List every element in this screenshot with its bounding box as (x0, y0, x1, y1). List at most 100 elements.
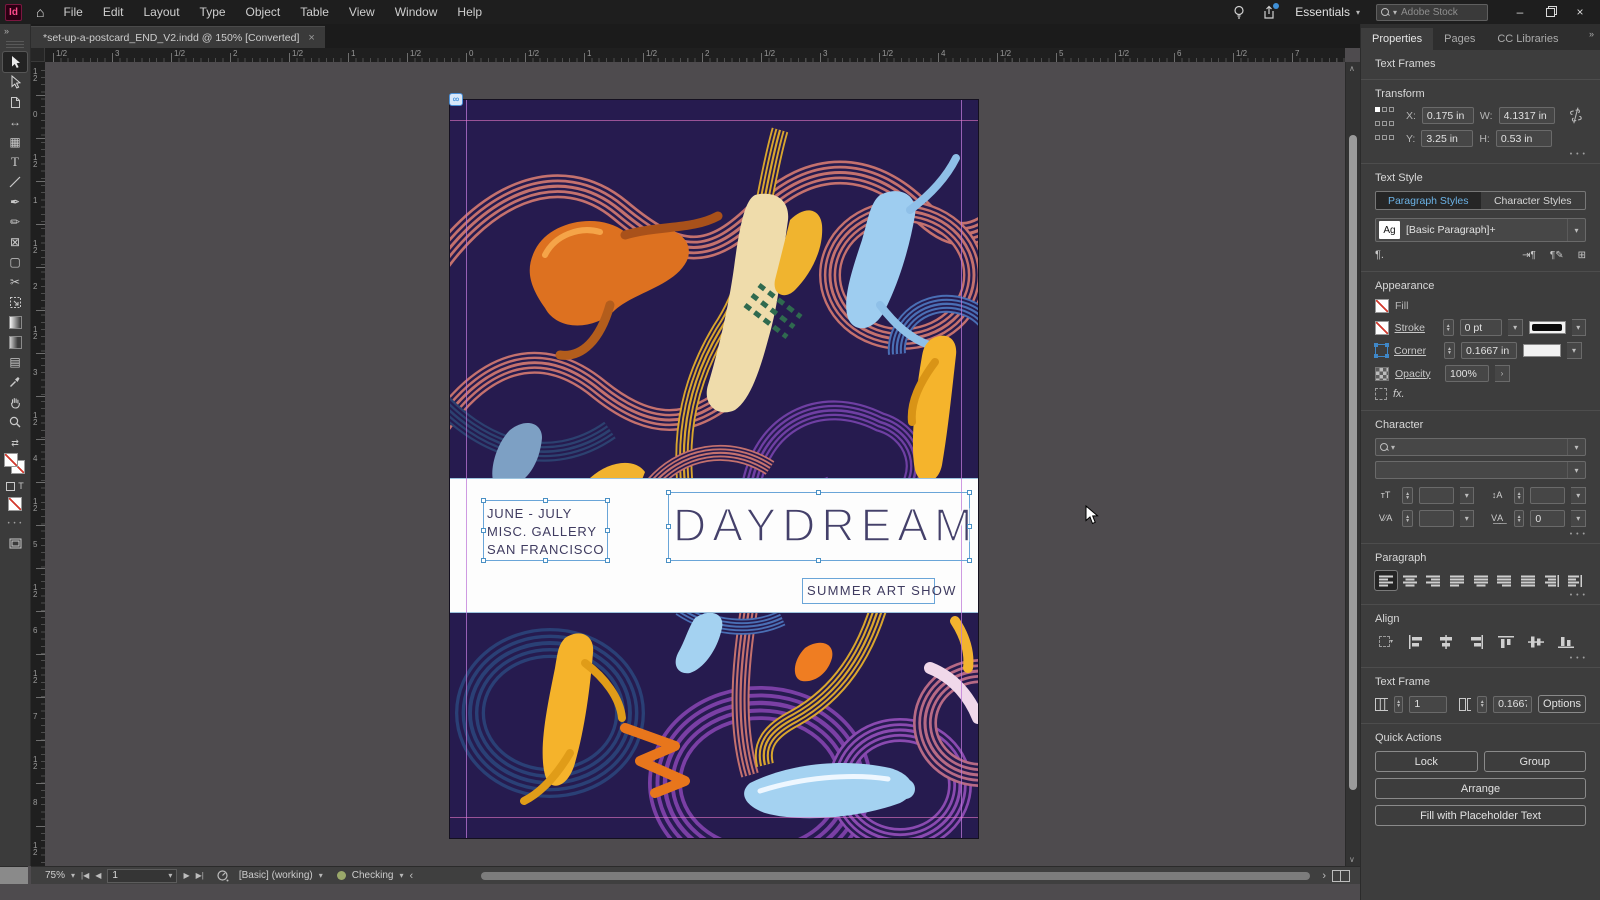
align-bottom-edges-button[interactable] (1555, 632, 1577, 651)
align-hcenter-button[interactable] (1435, 632, 1457, 651)
learn-lightbulb-icon[interactable] (1229, 3, 1249, 21)
apply-none-swatch[interactable] (8, 497, 22, 511)
note-tool[interactable]: ▤ (3, 352, 27, 372)
window-corner-grip[interactable] (0, 866, 28, 884)
stroke-style-swatch[interactable] (1528, 321, 1566, 334)
preflight-chevron-icon[interactable]: ▾ (399, 871, 403, 880)
vertical-scrollbar[interactable]: ∧ ∨ (1345, 62, 1360, 866)
align-right-edges-button[interactable] (1465, 632, 1487, 651)
justify-right-button[interactable] (1493, 571, 1515, 590)
menu-item[interactable]: Help (448, 2, 491, 22)
menu-item[interactable]: View (340, 2, 384, 22)
new-style-icon[interactable]: ⊞ (1578, 250, 1586, 261)
direct-selection-tool[interactable] (3, 72, 27, 92)
align-center-button[interactable] (1399, 571, 1421, 590)
scroll-right-icon[interactable]: › (1322, 870, 1326, 882)
y-field[interactable] (1421, 130, 1474, 147)
effects-fx-icon[interactable]: fx. (1393, 388, 1405, 400)
paragraph-mark-icon[interactable]: ¶. (1375, 249, 1384, 261)
fill-swatch-none[interactable] (4, 453, 18, 467)
lock-button[interactable]: Lock (1375, 751, 1478, 772)
scroll-down-icon[interactable]: ∨ (1349, 855, 1355, 864)
preflight-preset[interactable]: [Basic] (working) (239, 870, 313, 881)
text-frame-subtitle[interactable]: SUMMER ART SHOW (802, 578, 955, 604)
cc-library-link-icon[interactable]: ∞ (449, 93, 463, 106)
paragraph-style-dropdown[interactable]: Ag [Basic Paragraph]+ ▾ (1375, 218, 1586, 242)
horizontal-scrollbar[interactable] (421, 871, 1314, 881)
constrain-proportions-broken-link-icon[interactable] (1567, 106, 1591, 148)
paragraph-more-options[interactable]: • • • (1570, 592, 1586, 599)
stock-search[interactable]: ▾ (1376, 3, 1488, 21)
toolbar-overflow-dots[interactable]: • • • (8, 521, 23, 527)
menu-item[interactable]: Layout (135, 2, 189, 22)
stroke-stepper[interactable]: ▲ ▼ (1442, 319, 1454, 336)
menu-item[interactable]: Edit (94, 2, 133, 22)
align-top-edges-button[interactable] (1495, 632, 1517, 651)
opacity-link[interactable]: Opacity (1395, 368, 1439, 380)
fill-stroke-control[interactable] (4, 453, 26, 475)
zoom-chevron-icon[interactable]: ▾ (71, 871, 75, 880)
minimize-button[interactable]: – (1506, 2, 1534, 22)
columns-field[interactable] (1409, 695, 1447, 713)
document-tab[interactable]: *set-up-a-postcard_END_V2.indd @ 150% [C… (31, 26, 325, 48)
font-size-chevron[interactable]: ▾ (1459, 487, 1475, 504)
swap-fill-stroke-icon[interactable]: ⇄ (11, 438, 19, 449)
stroke-style-chevron[interactable]: ▾ (1571, 319, 1586, 336)
reference-point-proxy[interactable] (1375, 107, 1394, 147)
corner-stepper[interactable]: ▲ ▼ (1444, 342, 1455, 359)
fill-swatch[interactable] (1375, 299, 1389, 313)
stroke-swatch[interactable] (1375, 320, 1389, 335)
align-vcenter-button[interactable] (1525, 632, 1547, 651)
gutter-stepper[interactable]: ▲ ▼ (1477, 695, 1488, 713)
collapse-panel-icon[interactable]: » (1589, 29, 1594, 39)
opacity-field[interactable] (1445, 365, 1489, 382)
zoom-level[interactable]: 75% (45, 870, 65, 881)
edit-style-icon[interactable]: ¶✎ (1550, 250, 1564, 261)
font-family-chevron[interactable]: ▾ (1567, 439, 1585, 455)
scissors-tool[interactable]: ✂ (3, 272, 27, 292)
font-family-dropdown[interactable]: ▾ ▾ (1375, 438, 1586, 456)
font-size-stepper[interactable]: ▲ ▼ (1402, 487, 1413, 504)
rectangle-tool[interactable]: ▢ (3, 252, 27, 272)
tracking-field[interactable] (1530, 510, 1566, 527)
pen-tool[interactable]: ✒ (3, 192, 27, 212)
x-field[interactable] (1421, 107, 1474, 124)
vertical-scroll-thumb[interactable] (1349, 135, 1357, 790)
previous-page-button[interactable]: ◀ (95, 871, 101, 880)
tab-pages[interactable]: Pages (1433, 28, 1486, 50)
close-button[interactable]: × (1566, 2, 1594, 22)
stroke-weight-field[interactable] (1459, 319, 1503, 336)
corner-style-chevron[interactable]: ▾ (1567, 342, 1582, 359)
scroll-left-icon[interactable]: ‹ (409, 870, 413, 882)
tracking-chevron[interactable]: ▾ (1571, 510, 1586, 527)
hand-tool[interactable] (3, 392, 27, 412)
indesign-logo-icon[interactable]: Id (5, 3, 22, 21)
horizontal-ruler[interactable]: 1/2 3 1/2 2 1/2 1 1/2 0 1/2 1 1/2 2 1/2 3 1/2 4 1/2 5 1/2 6… (45, 48, 1345, 62)
object-states-icon[interactable] (1375, 388, 1387, 400)
page-chevron-icon[interactable]: ▾ (168, 871, 172, 880)
type-tool[interactable]: T (3, 152, 27, 172)
kerning-stepper[interactable]: ▲ ▼ (1402, 510, 1413, 527)
align-more-options[interactable]: • • • (1570, 655, 1586, 662)
character-styles-tab[interactable]: Character Styles (1481, 192, 1586, 209)
align-left-button[interactable] (1374, 570, 1398, 591)
gap-tool[interactable]: ↔ (3, 112, 27, 132)
font-style-dropdown[interactable]: ▾ (1375, 461, 1586, 479)
justify-all-button[interactable] (1517, 571, 1539, 590)
screen-mode-button[interactable] (3, 533, 27, 553)
share-icon[interactable] (1259, 3, 1280, 21)
group-button[interactable]: Group (1483, 751, 1586, 772)
text-frame-options-button[interactable]: Options (1538, 695, 1586, 713)
collapse-tools-icon[interactable]: » (0, 24, 13, 38)
gradient-feather-tool[interactable] (3, 332, 27, 352)
gutter-field[interactable] (1493, 695, 1533, 713)
text-frame-title[interactable]: DAYDREAM (666, 490, 973, 563)
preflight-status[interactable]: Checking (352, 870, 394, 881)
line-tool[interactable] (3, 172, 27, 192)
home-icon[interactable]: ⌂ (36, 4, 44, 20)
arrange-button[interactable]: Arrange (1375, 778, 1586, 799)
align-towards-spine-button[interactable] (1541, 571, 1563, 590)
workspace-switcher[interactable]: Essentials ▾ (1289, 5, 1366, 19)
font-style-chevron[interactable]: ▾ (1567, 462, 1585, 478)
preset-chevron-icon[interactable]: ▾ (319, 871, 323, 880)
